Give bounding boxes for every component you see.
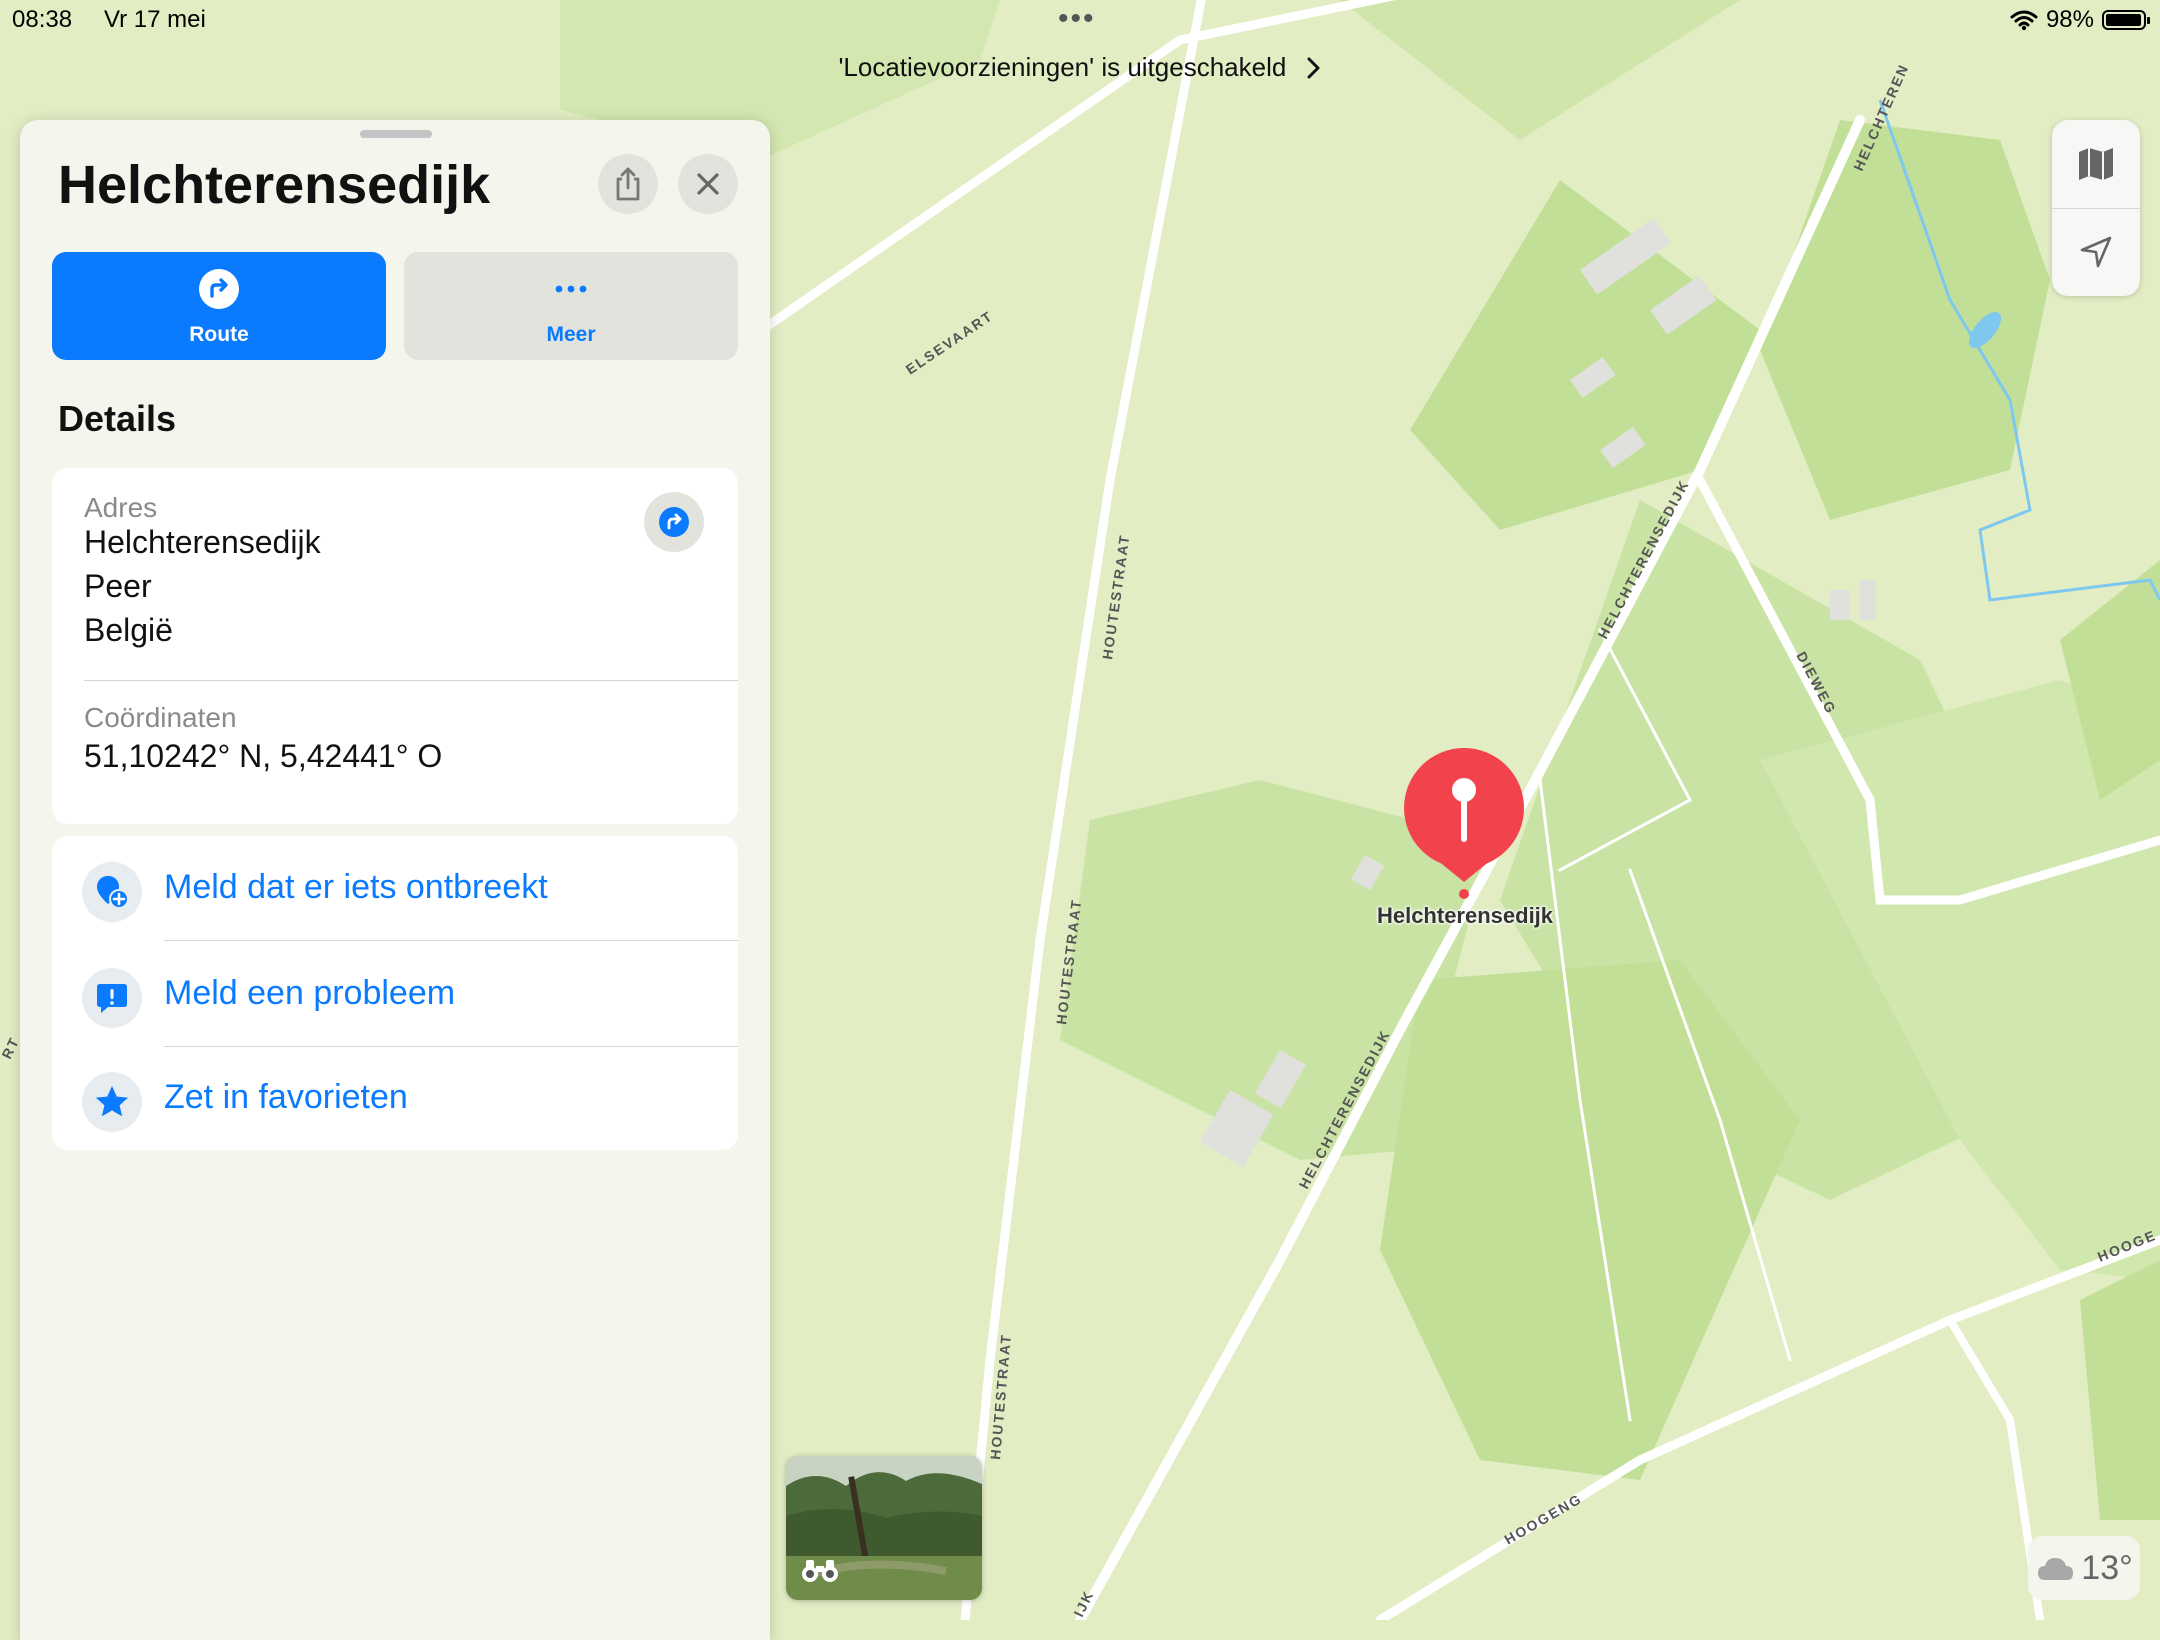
- pin-label[interactable]: Helchterensedijk: [1320, 903, 1610, 929]
- address-block[interactable]: Helchterensedijk Peer België: [84, 520, 321, 652]
- more-button[interactable]: Meer: [404, 252, 738, 360]
- share-button[interactable]: [598, 154, 658, 214]
- location-services-banner[interactable]: 'Locatievoorzieningen' is uitgeschakeld: [820, 52, 1340, 83]
- look-around-thumbnail[interactable]: [786, 1456, 982, 1600]
- address-line-country: België: [84, 612, 173, 648]
- add-location-icon: [82, 862, 142, 922]
- report-missing-label: Meld dat er iets ontbreekt: [164, 868, 548, 906]
- map-mode-button[interactable]: [2052, 120, 2140, 208]
- ellipsis-icon: [555, 285, 587, 293]
- share-icon: [616, 167, 640, 201]
- add-favorite-label: Zet in favorieten: [164, 1078, 408, 1116]
- star-icon: [82, 1072, 142, 1132]
- battery-percent: 98%: [2045, 6, 2094, 33]
- close-icon: [697, 173, 719, 195]
- locate-me-button[interactable]: [2052, 208, 2140, 296]
- multitasking-dots[interactable]: •••: [1058, 2, 1096, 36]
- location-arrow-icon: [2080, 236, 2112, 268]
- battery-icon: [2102, 10, 2150, 30]
- directions-icon: [199, 269, 239, 309]
- report-problem-label: Meld een probleem: [164, 974, 456, 1012]
- sheet-grabber[interactable]: [360, 130, 432, 138]
- report-problem-icon: [82, 968, 142, 1028]
- temperature: 13°: [2081, 1548, 2133, 1587]
- coordinates-value[interactable]: 51,10242° N, 5,42441° O: [84, 734, 442, 778]
- coordinates-label: Coördinaten: [84, 702, 237, 733]
- report-missing-button[interactable]: Meld dat er iets ontbreekt: [52, 836, 738, 940]
- chevron-right-icon: [1307, 57, 1320, 79]
- place-title: Helchterensedijk: [58, 155, 491, 215]
- place-card: Helchterensedijk Route Meer Details Adre…: [20, 120, 770, 1640]
- details-heading: Details: [58, 398, 177, 439]
- details-card: Adres Helchterensedijk Peer België Coörd…: [52, 468, 738, 824]
- address-line-street: Helchterensedijk: [84, 524, 321, 560]
- wifi-icon: [2010, 10, 2038, 31]
- add-favorite-button[interactable]: Zet in favorieten: [52, 1046, 738, 1150]
- address-directions-button[interactable]: [644, 492, 704, 552]
- binoculars-icon: [802, 1560, 838, 1582]
- close-button[interactable]: [678, 154, 738, 214]
- banner-text: 'Locatievoorzieningen' is uitgeschakeld: [838, 52, 1287, 82]
- status-date: Vr 17 mei: [104, 6, 206, 33]
- report-problem-button[interactable]: Meld een probleem: [52, 942, 738, 1046]
- directions-icon: [659, 507, 689, 537]
- route-button[interactable]: Route: [52, 252, 386, 360]
- map-icon: [2079, 148, 2113, 180]
- status-bar: 08:38 Vr 17 mei ••• 98%: [0, 0, 2160, 40]
- address-line-city: Peer: [84, 568, 152, 604]
- status-time: 08:38: [12, 6, 73, 33]
- map-controls: [2052, 120, 2140, 296]
- weather-badge[interactable]: 13°: [2028, 1536, 2140, 1600]
- cloud-icon: [2038, 1558, 2074, 1580]
- route-label: Route: [189, 323, 249, 346]
- actions-card: Meld dat er iets ontbreekt Meld een prob…: [52, 836, 738, 1150]
- actions-divider: [164, 940, 738, 941]
- more-label: Meer: [546, 323, 596, 346]
- details-divider: [84, 680, 738, 681]
- status-right: 98%: [2010, 6, 2150, 34]
